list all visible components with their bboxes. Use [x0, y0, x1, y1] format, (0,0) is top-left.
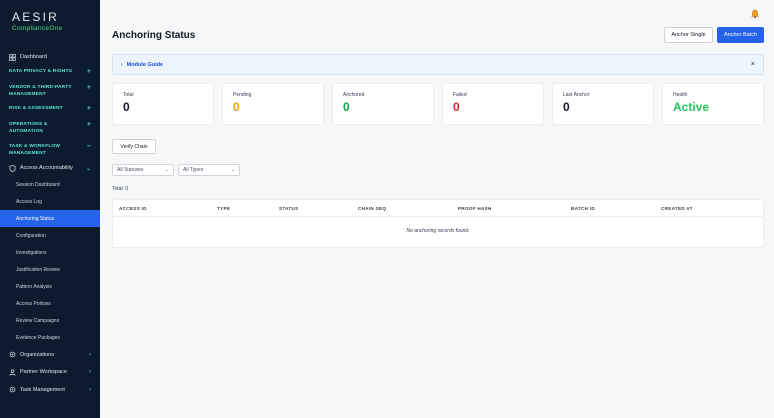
- chevron-right-icon: ›: [89, 369, 91, 376]
- sidebar-group-access-accountability[interactable]: Access Accountability ⌄: [0, 160, 100, 176]
- close-icon[interactable]: ×: [751, 61, 755, 68]
- stat-card-total: Total 0: [112, 83, 214, 125]
- stat-card-last-anchor: Last Anchor 0: [552, 83, 654, 125]
- gear-icon: [9, 386, 16, 393]
- brand-logo[interactable]: AESIR ComplianceOne: [0, 0, 100, 44]
- column-header[interactable]: CREATED AT: [661, 206, 693, 211]
- stats-row: Total 0 Pending 0 Anchored 0 Failed 0 La…: [112, 83, 764, 125]
- brand-name: AESIR: [12, 10, 60, 24]
- sidebar-item-justification-review[interactable]: Justification Review: [0, 261, 100, 278]
- sidebar-item-review-campaigns[interactable]: Review Campaigns: [0, 312, 100, 329]
- stat-value: 0: [343, 100, 350, 114]
- stat-value: 0: [453, 100, 460, 114]
- gear-icon: [9, 351, 16, 358]
- sidebar-item-label: Dashboard: [20, 54, 47, 60]
- plus-icon: +: [87, 105, 91, 112]
- module-guide-label: Module Guide: [126, 61, 164, 68]
- stat-value: 0: [123, 100, 130, 114]
- chevron-right-icon: ›: [89, 386, 91, 393]
- anchoring-table: ACCESS ID TYPE STATUS CHAIN SEQ PROOF HA…: [112, 199, 764, 248]
- page-title: Anchoring Status: [112, 30, 196, 41]
- sidebar-item-dashboard[interactable]: Dashboard: [0, 49, 100, 65]
- sidebar-item-organizations[interactable]: Organizations ›: [0, 346, 100, 364]
- plus-icon: +: [87, 84, 91, 91]
- stat-card-pending: Pending 0: [222, 83, 324, 125]
- sidebar: AESIR ComplianceOne Dashboard DATA PRIVA…: [0, 0, 100, 418]
- status-filter-select[interactable]: All Statuses ⌄: [112, 164, 174, 176]
- chevron-down-icon: ⌄: [164, 167, 169, 173]
- sidebar-section-operations[interactable]: OPERATIONS & AUTOMATION +: [0, 121, 100, 140]
- table-header: ACCESS ID TYPE STATUS CHAIN SEQ PROOF HA…: [113, 200, 763, 217]
- plus-icon: +: [87, 68, 91, 75]
- anchor-batch-button[interactable]: Anchor Batch: [717, 27, 764, 43]
- sidebar-item-access-policies[interactable]: Access Policies: [0, 295, 100, 312]
- sidebar-item-configuration[interactable]: Configuration: [0, 227, 100, 244]
- module-guide-banner[interactable]: › Module Guide ×: [112, 54, 764, 75]
- column-header[interactable]: BATCH ID: [571, 206, 595, 211]
- sidebar-item-session-dashboard[interactable]: Session Dashboard: [0, 176, 100, 193]
- sidebar-section-vendor[interactable]: VENDOR & THIRD-PARTY MANAGEMENT +: [0, 84, 100, 103]
- sidebar-item-evidence-packages[interactable]: Evidence Packages: [0, 329, 100, 346]
- sidebar-section-risk[interactable]: RISK & ASSESSMENT +: [0, 105, 100, 119]
- sidebar-item-task-management[interactable]: Task Management ›: [0, 381, 100, 399]
- stat-value: 0: [233, 100, 240, 114]
- sidebar-item-partner-workspace[interactable]: Partner Workspace ›: [0, 364, 100, 382]
- chevron-right-icon: ›: [121, 61, 123, 68]
- minus-icon: −: [87, 143, 91, 150]
- plus-icon: +: [87, 121, 91, 128]
- stat-card-anchored: Anchored 0: [332, 83, 434, 125]
- column-header[interactable]: STATUS: [279, 206, 299, 211]
- stat-card-health: Health Active: [662, 83, 764, 125]
- sidebar-item-anchoring-status[interactable]: Anchoring Status: [0, 210, 100, 227]
- empty-state: No anchoring records found.: [406, 228, 470, 234]
- main-content: Anchoring Status Anchor Single Anchor Ba…: [100, 0, 774, 418]
- brand-sub: ComplianceOne: [12, 25, 63, 32]
- bell-icon[interactable]: [750, 9, 760, 19]
- shield-icon: [9, 164, 16, 172]
- stat-card-failed: Failed 0: [442, 83, 544, 125]
- stat-value: Active: [673, 100, 710, 114]
- sidebar-item-access-log[interactable]: Access Log: [0, 193, 100, 210]
- column-header[interactable]: TYPE: [217, 206, 230, 211]
- chevron-down-icon: ⌄: [230, 167, 235, 173]
- sidebar-section-data-privacy[interactable]: DATA PRIVACY & RIGHTS +: [0, 68, 100, 82]
- column-header[interactable]: PROOF HASH: [458, 206, 492, 211]
- chevron-down-icon: ⌄: [85, 165, 91, 172]
- column-header[interactable]: ACCESS ID: [119, 206, 147, 211]
- chevron-right-icon: ›: [89, 351, 91, 358]
- anchor-single-button[interactable]: Anchor Single: [664, 27, 713, 43]
- type-filter-select[interactable]: All Types ⌄: [178, 164, 240, 176]
- verify-chain-button[interactable]: Verify Chain: [112, 139, 156, 154]
- total-count: Total: 0: [112, 186, 129, 192]
- sidebar-item-pattern-analysis[interactable]: Pattern Analysis: [0, 278, 100, 295]
- users-icon: [9, 369, 16, 376]
- stat-value: 0: [563, 100, 570, 114]
- sidebar-item-investigations[interactable]: Investigations: [0, 244, 100, 261]
- column-header[interactable]: CHAIN SEQ: [358, 206, 386, 211]
- sidebar-section-task-workflow[interactable]: TASK & WORKFLOW MANAGEMENT −: [0, 143, 100, 160]
- grid-icon: [9, 53, 16, 61]
